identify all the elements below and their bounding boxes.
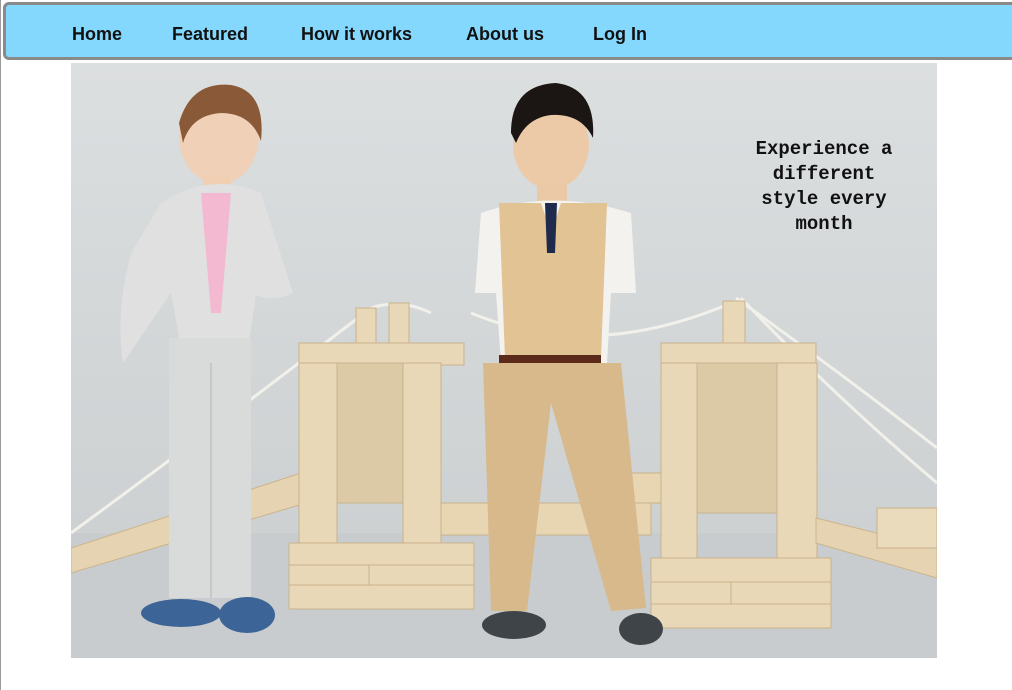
window-frame-edge xyxy=(0,0,1,690)
nav-item-about-us[interactable]: About us xyxy=(466,24,544,45)
top-navigation-bar: Home Featured How it works About us Log … xyxy=(3,2,1012,60)
nav-item-home[interactable]: Home xyxy=(72,24,122,45)
nav-item-log-in[interactable]: Log In xyxy=(593,24,647,45)
nav-item-featured[interactable]: Featured xyxy=(172,24,248,45)
hero-tagline: Experience a different style every month xyxy=(755,138,893,235)
hero-banner: Experience a different style every month xyxy=(71,63,937,658)
nav-item-how-it-works[interactable]: How it works xyxy=(301,24,412,45)
